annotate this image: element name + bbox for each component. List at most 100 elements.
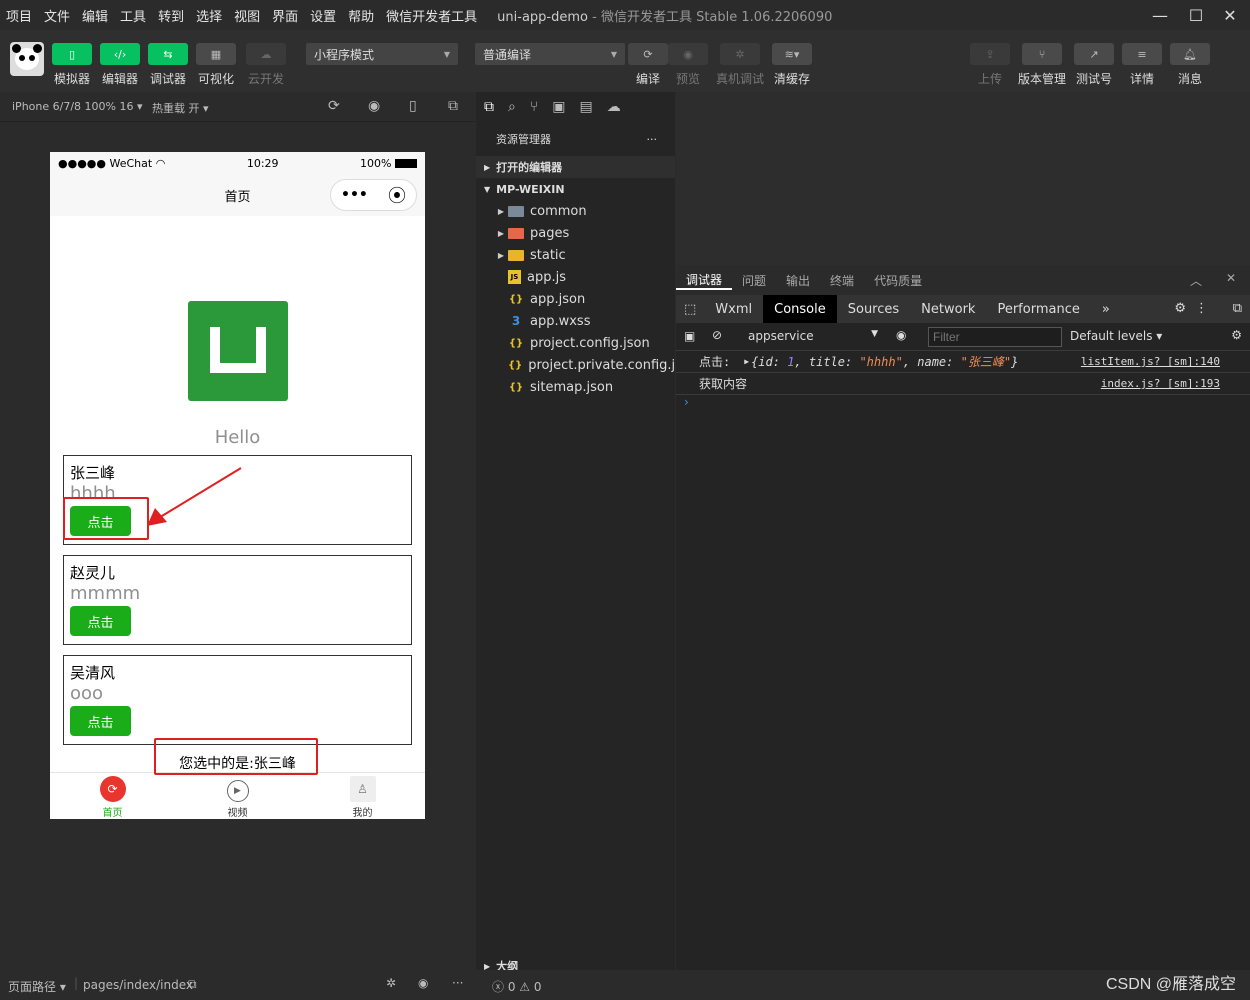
- file-item-static[interactable]: ▶ static: [476, 244, 675, 266]
- close-icon[interactable]: ✕: [1214, 0, 1246, 30]
- file-item-common[interactable]: ▶ common: [476, 200, 675, 222]
- eye-icon[interactable]: ◉: [896, 328, 906, 342]
- mode-select[interactable]: 小程序模式 ▼: [306, 43, 458, 65]
- bug-icon[interactable]: ✲: [386, 976, 396, 990]
- capsule-menu[interactable]: ••• ⦿: [330, 179, 417, 211]
- tab-home[interactable]: ⟳ 首页: [50, 773, 175, 819]
- test-account-button[interactable]: ↗: [1074, 43, 1114, 65]
- avatar[interactable]: [10, 42, 44, 76]
- tab-video[interactable]: ▶ 视频: [175, 773, 300, 819]
- branch-icon[interactable]: ⑂: [530, 99, 538, 115]
- preview-button[interactable]: ◉: [668, 43, 708, 65]
- cloud-button[interactable]: ☁: [246, 43, 286, 65]
- menu-goto[interactable]: 转到: [152, 6, 190, 25]
- gear-icon[interactable]: ⚙: [1231, 328, 1242, 342]
- log-source-link[interactable]: listItem.js? [sm]:140: [1081, 355, 1220, 368]
- remote-debug-button[interactable]: ✲: [720, 43, 760, 65]
- tab-network[interactable]: Network: [910, 295, 986, 323]
- clear-console-icon[interactable]: ⊘: [712, 328, 722, 342]
- menu-help[interactable]: 帮助: [342, 6, 380, 25]
- log-source-link[interactable]: index.js? [sm]:193: [1101, 377, 1220, 390]
- editor-button[interactable]: ‹/›: [100, 43, 140, 65]
- copy-icon[interactable]: ⧉: [188, 977, 197, 992]
- clear-cache-button[interactable]: ≋▾: [772, 43, 812, 65]
- expand-icon[interactable]: ▶: [744, 357, 749, 366]
- tab-output[interactable]: 输出: [776, 272, 820, 289]
- click-button[interactable]: 点击: [70, 606, 131, 636]
- tab-console[interactable]: Console: [763, 295, 837, 323]
- menu-view[interactable]: 视图: [228, 6, 266, 25]
- menu-file[interactable]: 文件: [38, 6, 76, 25]
- menu-wechat-devtools[interactable]: 微信开发者工具: [380, 6, 483, 25]
- refresh-icon: ⟳: [643, 47, 653, 61]
- json-file-icon: {}: [508, 359, 523, 371]
- sidebar-toggle-icon[interactable]: ▣: [684, 329, 695, 343]
- console-prompt[interactable]: ›: [676, 395, 1250, 415]
- debugger-button[interactable]: ⇆: [148, 43, 188, 65]
- levels-select[interactable]: Default levels ▾: [1070, 329, 1162, 343]
- more-icon[interactable]: ···: [452, 976, 463, 990]
- project-section[interactable]: ▼ MP-WEIXIN: [476, 178, 675, 200]
- phone-icon[interactable]: ▯: [409, 98, 417, 114]
- dock-icon[interactable]: ⧉: [1233, 301, 1242, 316]
- version-button[interactable]: ⑂: [1022, 43, 1062, 65]
- simulator-button[interactable]: ▯: [52, 43, 92, 65]
- gear-icon[interactable]: ⚙: [1174, 301, 1186, 316]
- minimize-icon[interactable]: —: [1144, 0, 1176, 30]
- tab-debugger[interactable]: 调试器: [676, 271, 733, 290]
- tab-mine[interactable]: ♙ 我的: [300, 773, 425, 819]
- tab-sources[interactable]: Sources: [837, 295, 910, 323]
- menu-select[interactable]: 选择: [190, 6, 228, 25]
- problems-indicator[interactable]: ⓧ 0 ⚠ 0: [492, 978, 542, 995]
- tab-code-quality[interactable]: 代码质量: [864, 272, 932, 289]
- docker-icon[interactable]: ☁: [607, 99, 621, 115]
- menu-edit[interactable]: 编辑: [76, 6, 114, 25]
- menu-interface[interactable]: 界面: [266, 6, 304, 25]
- file-item-project-private-config[interactable]: {}project.private.config.js...: [476, 354, 675, 376]
- open-editors-section[interactable]: ▶ 打开的编辑器: [476, 156, 675, 178]
- hotreload-toggle[interactable]: 热重载 开 ▾: [152, 100, 209, 116]
- file-item-app-wxss[interactable]: 3 app.wxss: [476, 310, 675, 332]
- detail-button[interactable]: ≡: [1122, 43, 1162, 65]
- compile-select[interactable]: 普通编译 ▼: [475, 43, 625, 65]
- upload-button[interactable]: ⇪: [970, 43, 1010, 65]
- tab-wxml[interactable]: Wxml: [704, 295, 763, 323]
- file-item-project-config[interactable]: {} project.config.json: [476, 332, 675, 354]
- compile-button[interactable]: ⟳: [628, 43, 668, 65]
- chevron-up-icon[interactable]: ︿: [1190, 272, 1202, 289]
- files-icon[interactable]: ⧉: [484, 99, 494, 115]
- more-icon[interactable]: ···: [647, 133, 658, 146]
- box-icon[interactable]: ▤: [579, 99, 592, 115]
- tab-terminal[interactable]: 终端: [820, 272, 864, 289]
- log-object[interactable]: {id: 1, title: "hhhh", name: "张三峰"}: [751, 353, 1018, 370]
- popout-icon[interactable]: ⧉: [448, 98, 458, 114]
- rotate-icon[interactable]: ⟳: [328, 98, 340, 114]
- visual-button[interactable]: ▦: [196, 43, 236, 65]
- close-miniprogram-icon[interactable]: ⦿: [388, 182, 406, 208]
- menu-settings[interactable]: 设置: [304, 6, 342, 25]
- context-select[interactable]: appservice ▼: [748, 329, 878, 343]
- inspect-icon[interactable]: ⬚: [676, 295, 704, 323]
- file-item-app-json[interactable]: {} app.json: [476, 288, 675, 310]
- file-item-sitemap[interactable]: {} sitemap.json: [476, 376, 675, 398]
- filter-input[interactable]: [928, 327, 1062, 347]
- search-icon[interactable]: ⌕: [508, 99, 516, 115]
- device-select[interactable]: iPhone 6/7/8 100% 16 ▾: [12, 100, 143, 113]
- more-tabs-icon[interactable]: »: [1091, 295, 1121, 323]
- file-item-pages[interactable]: ▶ pages: [476, 222, 675, 244]
- extensions-icon[interactable]: ▣: [552, 99, 565, 115]
- eye-icon[interactable]: ◉: [418, 976, 428, 990]
- record-icon[interactable]: ◉: [368, 98, 380, 114]
- kebab-icon[interactable]: ⋮: [1195, 301, 1208, 316]
- message-button[interactable]: 🔔︎: [1170, 43, 1210, 65]
- close-icon[interactable]: ✕: [1226, 271, 1236, 285]
- tab-performance[interactable]: Performance: [986, 295, 1090, 323]
- file-item-app-js[interactable]: JS app.js: [476, 266, 675, 288]
- menu-tools[interactable]: 工具: [114, 6, 152, 25]
- more-icon[interactable]: •••: [341, 187, 368, 203]
- click-button[interactable]: 点击: [70, 706, 131, 736]
- menu-project[interactable]: 项目: [0, 6, 38, 25]
- tab-issues[interactable]: 问题: [732, 272, 776, 289]
- page-path-select[interactable]: 页面路径 ▾: [8, 978, 66, 995]
- maximize-icon[interactable]: ☐: [1180, 0, 1212, 30]
